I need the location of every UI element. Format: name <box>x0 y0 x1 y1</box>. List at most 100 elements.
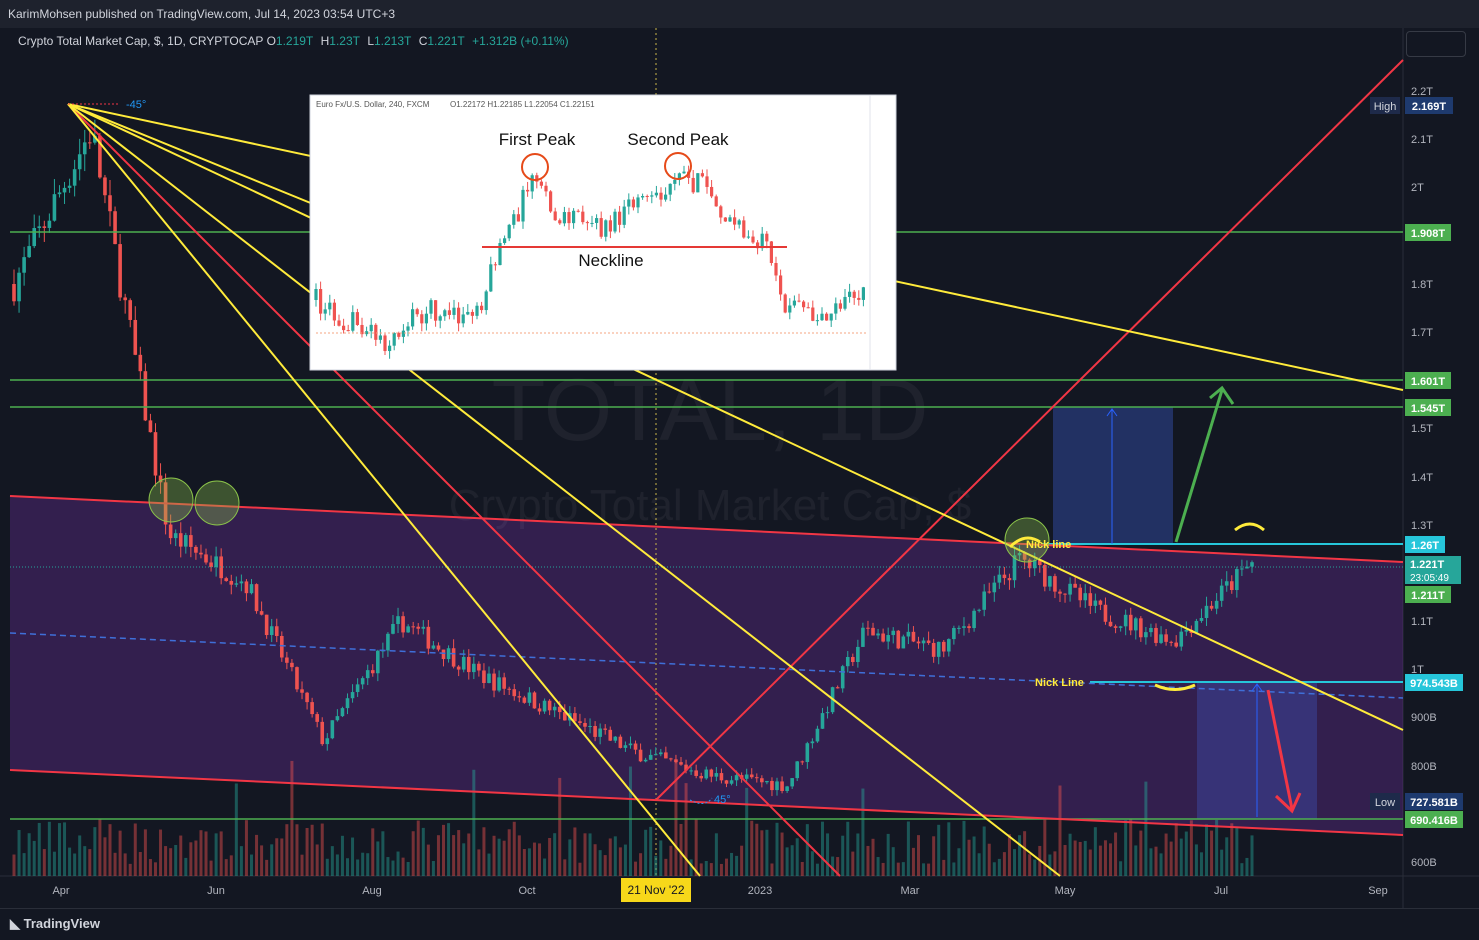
chart-settings-button[interactable] <box>1406 31 1466 57</box>
volume-bar <box>558 777 562 876</box>
volume-bar <box>164 846 168 876</box>
candle-body <box>103 177 107 196</box>
candle-body <box>947 639 951 652</box>
inset-candle-body <box>719 206 723 218</box>
level-690-tag: 690.416B <box>1410 815 1458 827</box>
volume-bar <box>714 833 718 876</box>
inset-candle-body <box>599 218 603 237</box>
candle-body <box>1063 593 1067 595</box>
volume-bar <box>760 830 764 876</box>
volume-bar <box>548 837 552 876</box>
candle-body <box>350 692 355 699</box>
volume-bar <box>1194 844 1198 876</box>
volume-bar <box>745 787 749 876</box>
candle-body <box>401 616 405 633</box>
candle-body <box>507 688 511 690</box>
candle-body <box>871 627 875 636</box>
candle-body <box>320 721 325 745</box>
inset-candle-body <box>852 291 856 298</box>
volume-bar <box>851 851 855 876</box>
inset-candle-body <box>553 211 557 221</box>
chart-svg[interactable]: TOTAL, 1D Crypto Total Market Cap, $ -45… <box>0 28 1479 908</box>
candle-body <box>229 580 234 585</box>
candle-body <box>209 562 213 568</box>
volume-bar <box>78 835 82 876</box>
volume-bar <box>361 852 365 876</box>
volume-bar <box>1174 823 1178 876</box>
volume-bar <box>335 854 339 876</box>
price-axis-ticks: 2.2T2.1T2T1.8T1.7T1.5T1.4T1.3T1.1T1T900B… <box>1411 86 1437 869</box>
candle-body <box>1088 593 1093 606</box>
volume-bar <box>320 823 324 876</box>
volume-bar <box>295 824 299 876</box>
high-label: High <box>1374 101 1397 113</box>
price-tick-label: 900B <box>1411 712 1437 724</box>
volume-bar <box>613 836 617 876</box>
candle-body <box>866 627 870 629</box>
candle-body <box>1133 618 1138 631</box>
candle-body <box>815 728 820 742</box>
candle-body <box>148 420 153 433</box>
volume-bar <box>275 838 279 876</box>
candle-body <box>406 626 410 633</box>
volume-bar <box>1245 857 1249 876</box>
volume-bar <box>442 824 446 876</box>
volume-bar <box>563 859 567 876</box>
inset-candle-body <box>516 214 520 222</box>
candle-body <box>17 272 21 302</box>
candle-body <box>987 591 992 593</box>
inset-candle-body <box>608 220 612 232</box>
level-1601-tag: 1.601T <box>1411 376 1446 388</box>
inset-candle-body <box>388 345 392 352</box>
candle-body <box>416 626 421 629</box>
volume-bar <box>997 858 1001 876</box>
volume-bar <box>1073 840 1077 876</box>
time-tick-label: Jul <box>1214 885 1228 897</box>
candle-body <box>1219 585 1224 601</box>
volume-bar <box>1103 840 1107 876</box>
inset-candle-body <box>654 192 658 196</box>
candle-body <box>638 749 643 762</box>
volume-bar <box>1048 854 1052 876</box>
inset-candle-body <box>618 211 622 225</box>
volume-bar <box>1083 840 1087 876</box>
volume-bar <box>27 833 31 876</box>
inset-candle-body <box>792 300 796 306</box>
volume-bar <box>1220 849 1224 876</box>
inset-candle-body <box>374 324 378 340</box>
candle-body <box>269 626 274 636</box>
volume-bar <box>532 842 536 876</box>
candle-body <box>770 780 774 791</box>
inset-first-peak-label: First Peak <box>499 130 576 149</box>
volume-bar <box>765 829 769 876</box>
inset-candle-body <box>585 222 589 224</box>
watermark-name: Crypto Total Market Cap, $ <box>449 481 972 530</box>
volume-bar <box>426 844 430 876</box>
volume-bar <box>42 849 46 876</box>
volume-bar <box>790 845 794 876</box>
candle-body <box>426 626 431 649</box>
inset-candle-body <box>521 189 525 222</box>
candle-body <box>669 758 673 760</box>
volume-bar <box>1235 827 1239 876</box>
volume-bar <box>32 840 36 876</box>
candle-body <box>62 187 67 193</box>
candle-body <box>310 702 314 715</box>
volume-bar <box>618 847 622 876</box>
candle-body <box>259 611 264 615</box>
candle-body <box>12 284 16 302</box>
candle-body <box>522 697 527 703</box>
inset-candle-body <box>415 309 419 315</box>
volume-bar <box>916 835 920 876</box>
legend-l-value: 1.213T <box>374 34 412 48</box>
volume-bar <box>98 819 102 876</box>
inset-candle-body <box>489 264 493 292</box>
candle-body <box>1113 626 1118 628</box>
angle-label-top: -45° <box>126 99 146 111</box>
chart-area[interactable]: TOTAL, 1D Crypto Total Market Cap, $ -45… <box>0 28 1479 908</box>
volume-bar <box>654 855 658 876</box>
volume-bar <box>730 852 734 876</box>
volume-bar <box>901 862 905 876</box>
candle-body <box>724 780 729 784</box>
volume-bar <box>932 836 936 876</box>
